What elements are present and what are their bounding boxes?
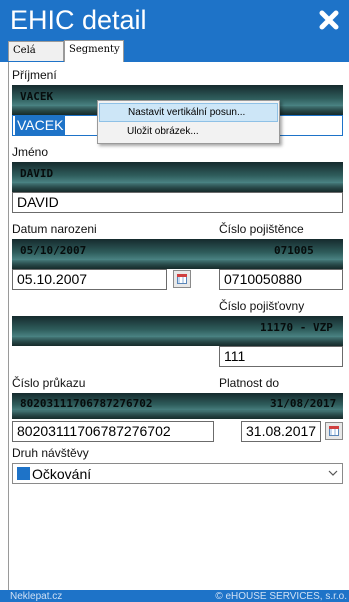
platnost-strip-text: 31/08/2017 [270, 397, 337, 410]
druh-navstevy-value: Očkování [32, 466, 92, 482]
window-title: EHIC detail [10, 5, 147, 35]
close-x-icon[interactable] [315, 6, 343, 34]
datum-narozeni-label: Datum narozeni [12, 222, 97, 236]
menu-item-vertical-offset[interactable]: Nastavit vertikální posun... [99, 103, 278, 122]
prijmeni-label: Příjmení [12, 68, 57, 82]
footer-bar: Neklepat.cz © eHOUSE SERVICES, s.r.o. [0, 590, 349, 602]
pojistovna-card-strip[interactable]: 11170 - VZP [12, 316, 343, 346]
tab-cela-karta[interactable]: Celá karta [8, 41, 64, 74]
prukaz-strip-text: 80203111706787276702 [20, 397, 153, 410]
tab-bar: Celá karta Segmenty [0, 39, 349, 74]
prijmeni-strip-text: VACEK [20, 90, 54, 103]
cislo-pojistovny-field[interactable]: 111 [219, 346, 343, 367]
chevron-down-icon [328, 470, 338, 476]
pojistovna-strip-text: 11170 - VZP [260, 321, 333, 334]
jmeno-label: Jméno [12, 145, 49, 159]
tab-segmenty[interactable]: Segmenty [64, 40, 124, 62]
prukaz-card-strip[interactable]: 80203111706787276702 31/08/2017 [12, 393, 343, 419]
jmeno-strip-text: DAVID [20, 167, 54, 180]
platnost-do-field[interactable]: 31.08.2017 [241, 421, 321, 442]
title-bar: EHIC detail [0, 0, 349, 39]
footer-left-text: Neklepat.cz [10, 591, 63, 602]
pojistenec-strip-text: 071005 [274, 244, 314, 257]
jmeno-card-strip[interactable]: DAVID [12, 162, 343, 192]
druh-navstevy-select[interactable]: Očkování [12, 463, 343, 484]
datum-pojistenec-card-strip[interactable]: 05/10/2007 071005 [12, 239, 343, 269]
datum-strip-text: 05/10/2007 [20, 244, 87, 257]
jmeno-field[interactable]: DAVID [12, 192, 343, 213]
cislo-prukazu-label: Číslo průkazu [12, 376, 86, 390]
calendar-icon[interactable] [173, 270, 191, 288]
cislo-pojistovny-label: Číslo pojišťovny [219, 299, 305, 313]
druh-navstevy-label: Druh návštěvy [12, 446, 89, 460]
color-swatch [17, 467, 30, 480]
footer-copyright: © eHOUSE SERVICES, s.r.o. [215, 591, 347, 602]
context-menu: Nastavit vertikální posun... Uložit obrá… [97, 100, 280, 144]
cislo-pojistence-field[interactable]: 0710050880 [219, 269, 343, 290]
menu-item-save-image[interactable]: Uložit obrázek... [99, 122, 278, 141]
datum-narozeni-field[interactable]: 05.10.2007 [12, 269, 167, 290]
prijmeni-value: VACEK [15, 116, 66, 135]
cislo-prukazu-field[interactable]: 80203111706787276702 [12, 421, 214, 442]
calendar-icon[interactable] [325, 422, 343, 440]
platnost-do-label: Platnost do [219, 376, 280, 390]
cislo-pojistence-label: Číslo pojištěnce [219, 222, 304, 236]
